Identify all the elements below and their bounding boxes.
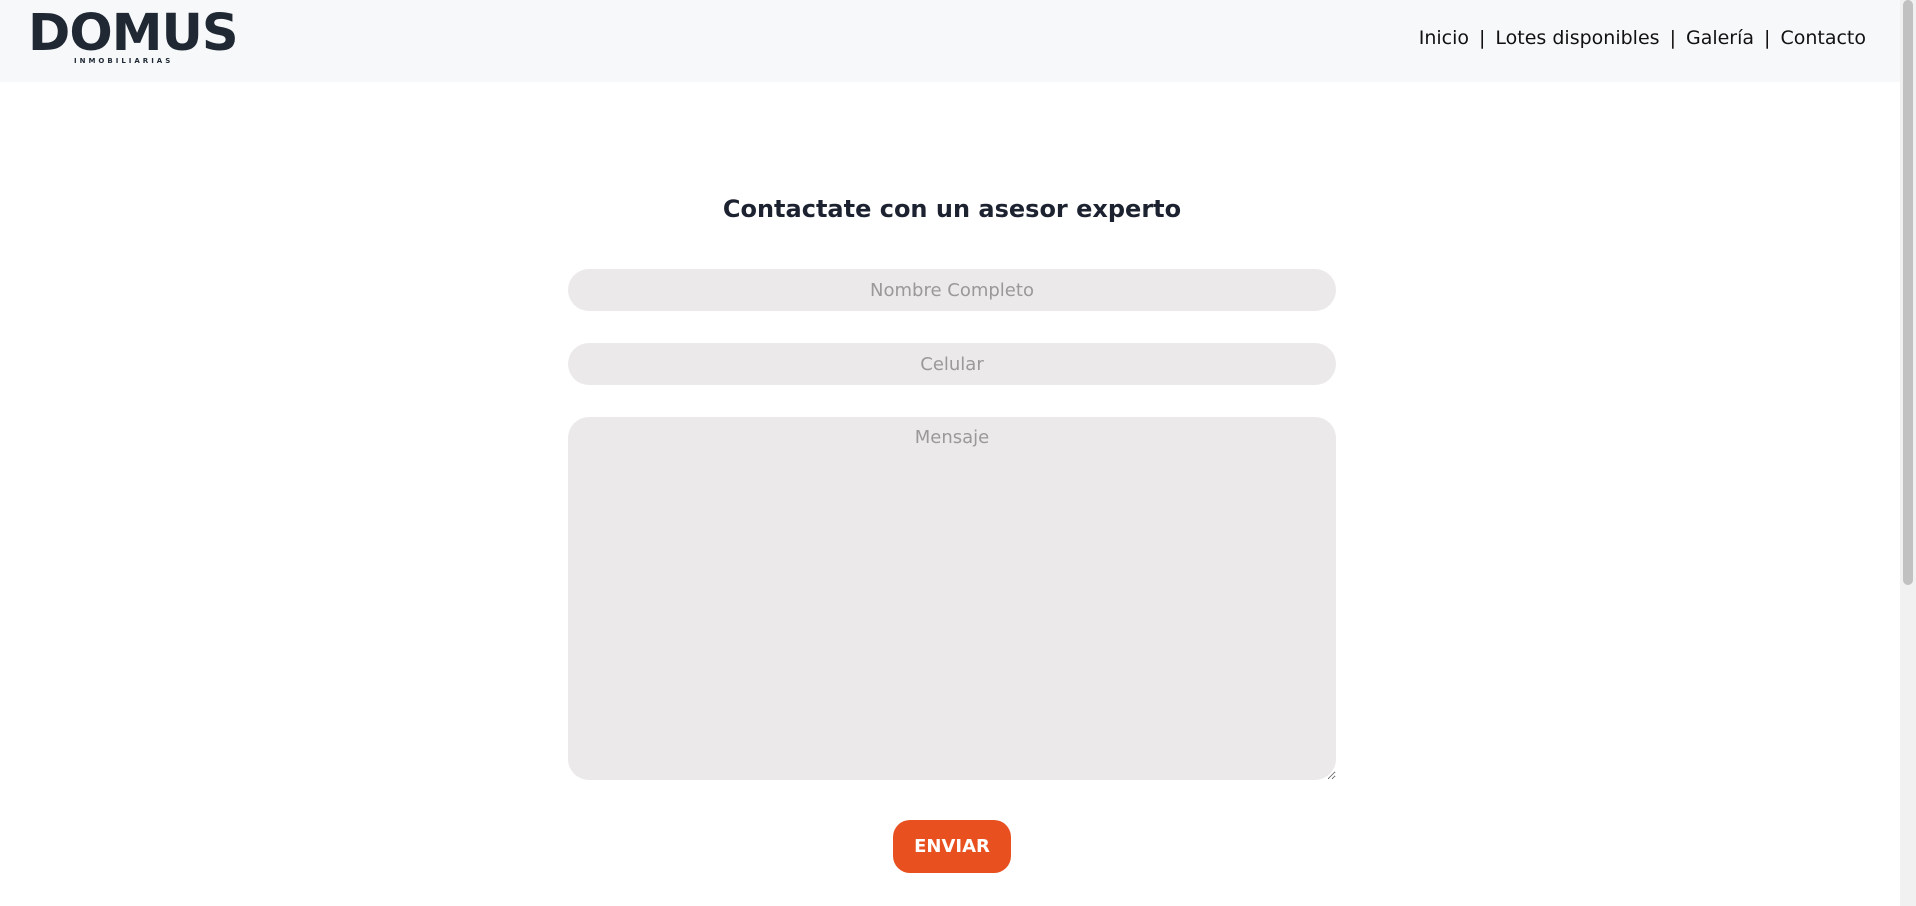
submit-button[interactable]: ENVIAR — [893, 820, 1011, 873]
nav-contacto[interactable]: Contacto — [1780, 27, 1866, 49]
nav-inicio[interactable]: Inicio — [1419, 27, 1469, 49]
nav-separator: | — [1764, 27, 1771, 49]
message-textarea[interactable] — [568, 417, 1336, 780]
nav-separator: | — [1669, 27, 1676, 49]
nav-lotes-disponibles[interactable]: Lotes disponibles — [1495, 27, 1659, 49]
full-name-input[interactable] — [568, 269, 1336, 311]
domus-logo[interactable]: DOMUS INMOBILIARIAS — [28, 8, 239, 70]
phone-input[interactable] — [568, 343, 1336, 385]
scrollbar-thumb[interactable] — [1903, 0, 1913, 585]
form-title: Contactate con un asesor experto — [722, 195, 1182, 224]
contact-page: DOMUS INMOBILIARIAS Inicio | Lotes dispo… — [0, 0, 1916, 906]
nav-separator: | — [1479, 27, 1486, 49]
nav-galeria[interactable]: Galería — [1686, 27, 1754, 49]
site-header: DOMUS INMOBILIARIAS Inicio | Lotes dispo… — [0, 0, 1900, 82]
page-scrollbar[interactable] — [1900, 0, 1916, 906]
logo-name: DOMUS — [28, 4, 239, 63]
main-nav: Inicio | Lotes disponibles | Galería | C… — [1419, 27, 1866, 49]
logo-tagline: INMOBILIARIAS — [74, 57, 174, 65]
